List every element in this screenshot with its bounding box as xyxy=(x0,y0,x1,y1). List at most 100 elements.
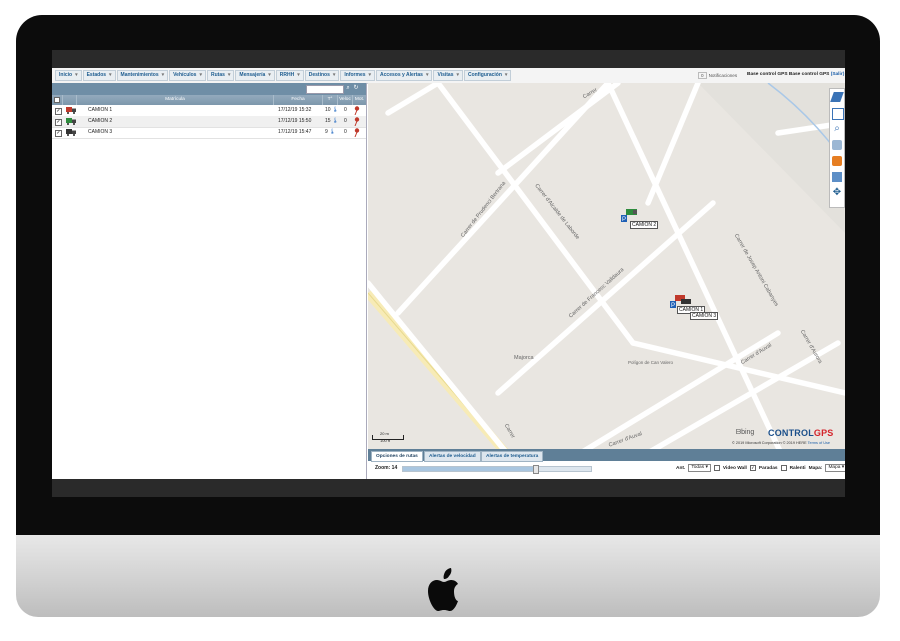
column-header-veloc[interactable]: Veloc xyxy=(338,95,353,105)
zoom-extent-icon[interactable] xyxy=(832,108,844,120)
menu-item-11[interactable]: Configuración ▾ xyxy=(464,70,512,81)
vehicle-speed: 0 xyxy=(344,107,347,113)
route-options-panel: Opciones de rutas Alertas de velocidad A… xyxy=(368,449,845,479)
vehicle-search-input[interactable] xyxy=(306,85,344,94)
ralenti-label: Ralenti xyxy=(789,465,806,471)
engine-status-icon[interactable] xyxy=(354,128,360,137)
notification-label: Notificaciones xyxy=(708,73,738,78)
tab-alertas-velocidad[interactable]: Alertas de velocidad xyxy=(424,451,481,462)
column-header-mot[interactable]: Mot. xyxy=(353,95,366,105)
row-checkbox[interactable]: ✓ xyxy=(55,119,62,126)
chevron-down-icon: ▾ xyxy=(161,72,165,78)
notifications[interactable]: 0 Notificaciones xyxy=(698,72,737,79)
company-name: Base control GPS Base control GPS (Salir… xyxy=(747,72,844,77)
zoom-slider[interactable] xyxy=(402,465,592,474)
app-screen: Inicio ▾ Estados ▾ Mantenimientos ▾ Vehículos ▾… xyxy=(52,50,845,497)
chevron-down-icon: ▾ xyxy=(268,72,271,78)
list-toolbar: ⌕ ↻ xyxy=(52,83,366,95)
company-label: Base control GPS Base control GPS xyxy=(747,72,830,77)
row-checkbox[interactable]: ✓ xyxy=(55,130,62,137)
chevron-down-icon: ▾ xyxy=(368,72,372,78)
column-header-matricula[interactable]: Matrícula xyxy=(77,95,274,105)
menu-item-label: Informes xyxy=(344,72,366,78)
map-view[interactable]: ⌕ ✥ Carrer Carrer de Prudenci Bertrana C… xyxy=(368,83,845,479)
menu-item-label: Mensajería xyxy=(239,72,266,78)
menu-item-5[interactable]: Mensajería ▾ xyxy=(235,70,275,81)
menu-item-label: Estados xyxy=(86,72,107,78)
vehicle-temp: 10 🌡 xyxy=(325,105,338,116)
search-icon[interactable]: ⌕ xyxy=(345,85,351,92)
map-copyright: © 2019 Microsoft Corporation © 2019 HERE… xyxy=(732,441,830,445)
building-tool-icon[interactable] xyxy=(832,172,842,182)
mapa-select[interactable]: Mapa ▾ xyxy=(825,464,845,472)
vehicle-plate: CAMION 1 xyxy=(88,107,113,113)
menu-item-label: Inicio xyxy=(59,72,73,78)
chevron-down-icon: ▾ xyxy=(297,72,300,78)
menu-item-label: RRHH xyxy=(279,72,295,78)
ant-select[interactable]: Todas ▾ xyxy=(688,464,711,472)
thermometer-icon: 🌡 xyxy=(331,107,339,113)
menu-item-8[interactable]: Informes ▾ xyxy=(340,70,376,81)
chevron-down-icon: ▾ xyxy=(332,72,336,78)
truck-icon xyxy=(66,129,76,136)
videowall-checkbox[interactable] xyxy=(713,465,720,471)
screen-bottom-strip xyxy=(52,479,845,497)
scale-top-label: 20 m xyxy=(380,431,389,436)
engine-status-icon[interactable] xyxy=(354,106,360,115)
menu-item-3[interactable]: Vehículos ▾ xyxy=(169,70,206,81)
row-checkbox[interactable]: ✓ xyxy=(55,108,62,115)
poi-tool-icon[interactable] xyxy=(832,156,842,166)
menu-item-9[interactable]: Accesos y Alertas ▾ xyxy=(376,70,433,81)
menu-item-10[interactable]: Visitas ▾ xyxy=(433,70,463,81)
chevron-down-icon: ▾ xyxy=(841,465,845,470)
menu-item-label: Rutas xyxy=(210,72,225,78)
menu-item-1[interactable]: Estados ▾ xyxy=(82,70,116,81)
chevron-down-icon: ▾ xyxy=(456,72,459,78)
chevron-down-icon: ▾ xyxy=(227,72,231,78)
zoom-label: Zoom: 14 xyxy=(375,465,398,471)
chevron-down-icon: ▾ xyxy=(504,72,508,78)
map-scale: 20 m 100 ft xyxy=(372,431,412,445)
truck-icon xyxy=(66,118,76,125)
chevron-down-icon: ▾ xyxy=(109,72,112,78)
svg-text:P: P xyxy=(671,303,675,309)
chevron-down-icon: ▾ xyxy=(705,465,708,470)
paradas-checkbox[interactable]: ✓ xyxy=(749,465,756,471)
column-header-fecha[interactable]: Fecha xyxy=(274,95,323,105)
menu-item-0[interactable]: Inicio ▾ xyxy=(55,70,82,81)
menu-item-4[interactable]: Rutas ▾ xyxy=(206,70,235,81)
menu-item-6[interactable]: RRHH ▾ xyxy=(275,70,304,81)
ralenti-checkbox[interactable] xyxy=(780,465,787,471)
vehicle-temp-value: 10 xyxy=(325,107,331,113)
engine-status-icon[interactable] xyxy=(354,117,360,126)
vehicle-speed: 0 xyxy=(344,118,347,124)
vehicle-list-panel: ⌕ ↻ ✓ Matrícula Fecha T° Veloc Mot. ✓ CAM… xyxy=(52,83,367,479)
svg-text:P: P xyxy=(622,217,626,223)
select-all-checkbox[interactable]: ✓ xyxy=(52,95,63,105)
menu-item-2[interactable]: Mantenimientos ▾ xyxy=(116,70,169,81)
fullscreen-icon[interactable]: ✥ xyxy=(832,188,842,198)
table-row[interactable]: ✓ CAMION 3 17/12/19 15:47 9 🌡 0 xyxy=(52,127,366,139)
zoom-slider-handle[interactable] xyxy=(532,465,539,474)
apple-logo-icon xyxy=(428,568,458,611)
magnifier-icon[interactable]: ⌕ xyxy=(832,124,842,134)
tab-alertas-temperatura[interactable]: Alertas de temperatura xyxy=(481,451,544,462)
paradas-label: Paradas xyxy=(758,465,778,471)
refresh-icon[interactable]: ↻ xyxy=(353,85,359,92)
zoom-slider-fill xyxy=(403,467,535,471)
tab-opciones-rutas[interactable]: Opciones de rutas xyxy=(371,451,423,462)
measure-tool-icon[interactable] xyxy=(830,92,844,102)
menu-item-label: Accesos y Alertas xyxy=(380,72,423,78)
type-column-header xyxy=(63,95,77,105)
vehicle-label[interactable]: CAMION 2 xyxy=(630,221,659,229)
vehicle-label[interactable]: CAMION 3 xyxy=(690,312,719,320)
column-header-temp[interactable]: T° xyxy=(323,95,338,105)
logout-link[interactable]: (Salir) xyxy=(831,72,845,77)
terms-link[interactable]: Terms of Use xyxy=(808,441,830,445)
bing-label: bing xyxy=(741,429,755,436)
marker-tool-icon[interactable] xyxy=(832,140,842,150)
logo-gps-text: GPS xyxy=(813,428,834,438)
vehicle-date: 17/12/19 15:32 xyxy=(278,107,312,113)
menu-item-7[interactable]: Destinos ▾ xyxy=(304,70,340,81)
menu-item-label: Configuración xyxy=(468,72,502,78)
